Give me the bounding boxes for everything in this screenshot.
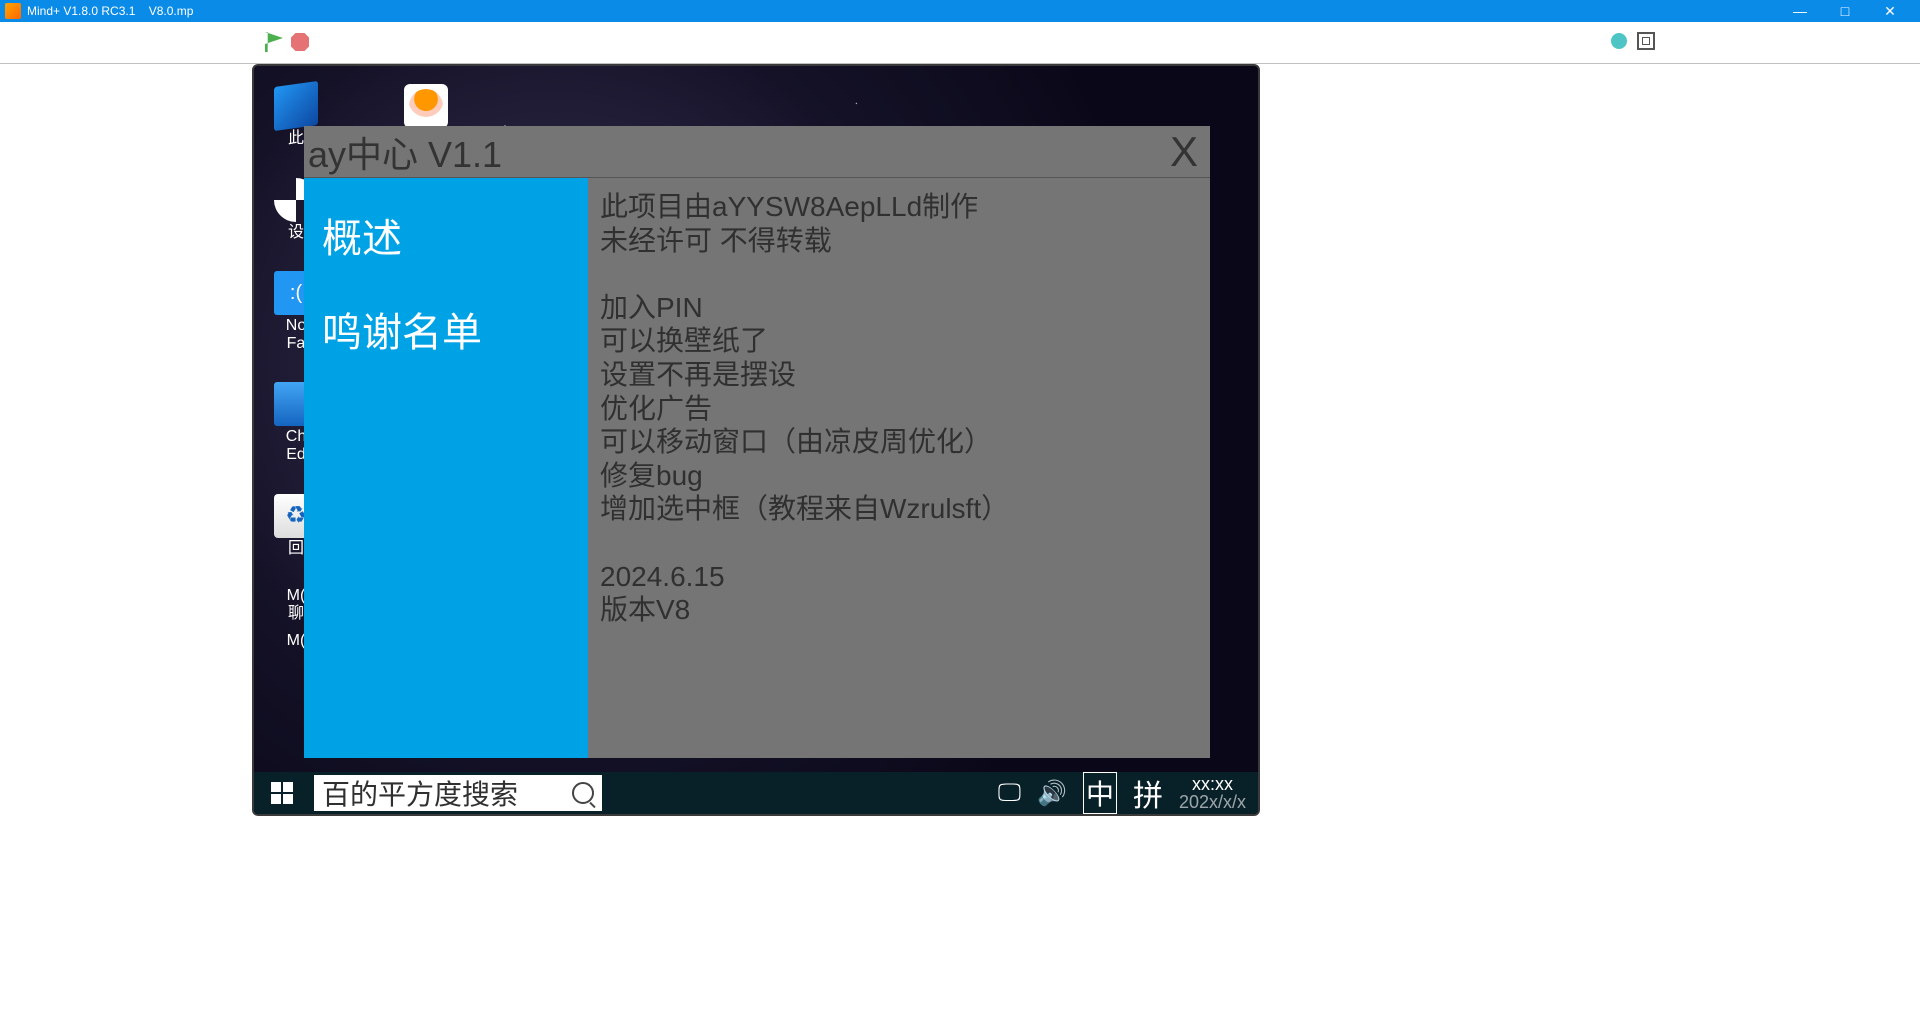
- close-button[interactable]: ✕: [1875, 3, 1905, 20]
- titlebar-text: Mind+ V1.8.0 RC3.1 V8.0.mp: [27, 4, 1785, 18]
- app-name: Mind+ V1.8.0 RC3.1: [27, 4, 135, 18]
- app-icon: [5, 3, 21, 19]
- search-box[interactable]: 百的平方度搜索: [314, 775, 602, 811]
- ime-pin-icon[interactable]: 拼: [1133, 771, 1163, 815]
- window-controls: — □ ✕: [1785, 3, 1915, 20]
- clock-time: xx:xx: [1192, 775, 1233, 793]
- ime-zh-icon[interactable]: 中: [1083, 772, 1117, 814]
- stage-mode-icon[interactable]: [1611, 33, 1627, 49]
- dialog-content: 此项目由aYYSW8AepLLd制作 未经许可 不得转载 加入PIN 可以换壁纸…: [588, 178, 1210, 758]
- clock-date: 202x/x/x: [1179, 793, 1246, 811]
- file-name: V8.0.mp: [149, 4, 194, 18]
- maximize-button[interactable]: □: [1830, 3, 1860, 20]
- minimize-button[interactable]: —: [1785, 3, 1815, 20]
- tab-credits[interactable]: 鸣谢名单: [322, 300, 570, 358]
- volume-icon[interactable]: 🔊: [1037, 779, 1067, 808]
- search-icon: [572, 782, 594, 804]
- search-text: 百的平方度搜索: [322, 773, 518, 813]
- dialog-sidebar: 概述 鸣谢名单: [304, 178, 588, 758]
- stage: 此 设 :( No Fa Ch Ed 回 M( 聊 M(: [252, 64, 1260, 816]
- dialog-titlebar[interactable]: ay中心 V1.1 X: [304, 126, 1210, 178]
- tab-overview[interactable]: 概述: [322, 206, 570, 264]
- dialog-close-button[interactable]: X: [1170, 128, 1198, 176]
- toolbar: [0, 22, 1920, 64]
- clock[interactable]: xx:xx 202x/x/x: [1179, 775, 1246, 811]
- fullscreen-icon[interactable]: [1637, 32, 1655, 50]
- green-flag-icon[interactable]: [265, 32, 283, 52]
- network-icon[interactable]: 🖵: [998, 779, 1021, 807]
- ay-center-dialog: ay中心 V1.1 X 概述 鸣谢名单 此项目由aYYSW8AepLLd制作 未…: [304, 126, 1210, 758]
- sim-taskbar: 百的平方度搜索 🖵 🔊 中 拼 xx:xx 202x/x/x: [254, 772, 1258, 814]
- stop-icon[interactable]: [291, 33, 309, 51]
- app-titlebar: Mind+ V1.8.0 RC3.1 V8.0.mp — □ ✕: [0, 0, 1920, 22]
- dialog-title: ay中心 V1.1: [308, 126, 1170, 178]
- start-button[interactable]: [254, 772, 310, 814]
